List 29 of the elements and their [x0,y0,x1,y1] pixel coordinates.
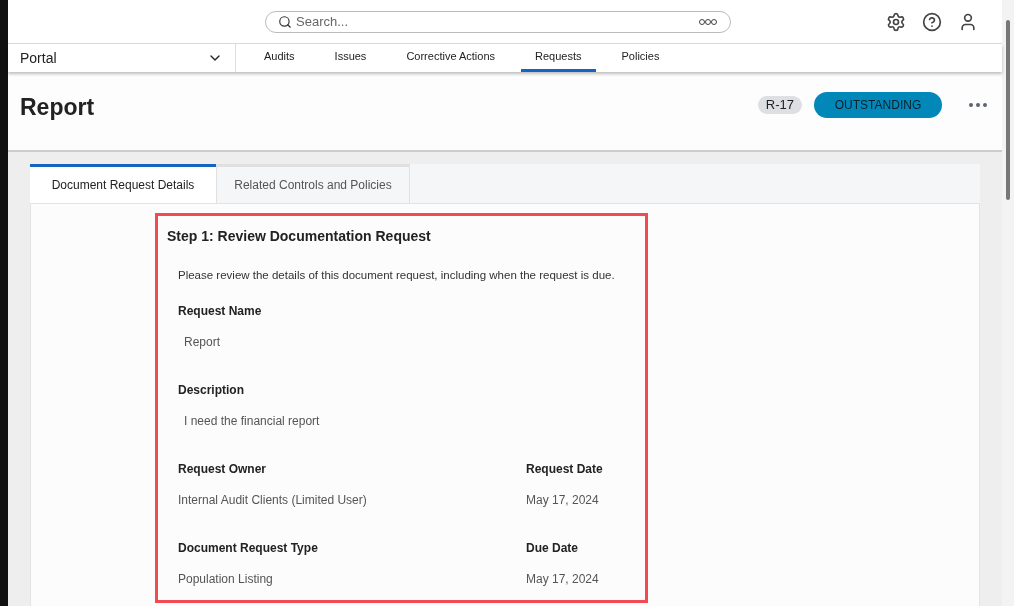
content-tab[interactable]: Document Request Details [30,164,216,203]
field-label: Due Date [526,540,579,558]
field-value: May 17, 2024 [526,492,600,510]
field-label: Request Name [178,303,263,321]
field-value: May 17, 2024 [526,571,599,589]
step-title: Step 1: Review Documentation Request [167,227,432,246]
user-icon[interactable] [958,11,978,32]
field-label: Description [178,382,245,400]
nav-tab[interactable]: Policies [607,44,674,72]
status-button[interactable]: OUTSTANDING [814,92,942,118]
field-label: Request Date [526,461,603,479]
scrollbar-thumb[interactable] [1006,20,1010,200]
field-label: Document Request Type [178,540,319,558]
search-icon [278,14,292,29]
nav-tab[interactable]: Issues [320,44,381,72]
options-icon[interactable] [698,17,718,26]
nav-tab[interactable]: Audits [250,44,309,72]
search-input[interactable]: Search... [296,11,694,32]
field-value: Population Listing [178,571,274,589]
page-title: Report [20,93,95,122]
help-icon[interactable] [922,11,942,32]
field-label: Request Owner [178,461,268,479]
field-value: I need the financial report [183,413,321,431]
nav-tab[interactable]: Corrective Actions [392,44,510,72]
id-tag: R-17 [757,96,802,114]
settings-icon[interactable] [886,11,906,32]
field-value: Internal Audit Clients (Limited User) [178,492,368,510]
field-value: Report [183,334,222,352]
intro-text: Please review the details of this document request, including when the request is due. [178,268,616,283]
